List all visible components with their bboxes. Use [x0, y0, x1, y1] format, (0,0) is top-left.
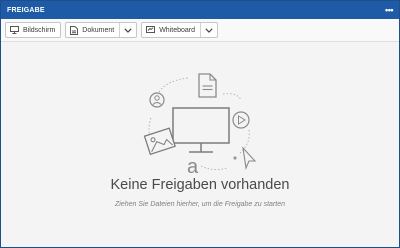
svg-text:a: a [187, 156, 199, 178]
share-pod: FREIGABE ••• Bildschirm Dokument Whitebo… [0, 0, 400, 248]
chevron-down-icon [124, 27, 132, 33]
share-toolbar: Bildschirm Dokument Whiteboard [1, 19, 399, 42]
monitor-icon [172, 107, 230, 153]
share-screen-button[interactable]: Bildschirm [5, 22, 62, 38]
share-illustration: a [143, 73, 257, 178]
share-screen-label: Bildschirm [23, 26, 56, 34]
empty-state-heading: Keine Freigaben vorhanden [110, 177, 290, 193]
chevron-down-icon [205, 27, 213, 33]
document-dropdown-button[interactable] [119, 23, 136, 37]
play-icon [232, 111, 250, 129]
user-icon [149, 92, 165, 108]
title-bar: FREIGABE ••• [1, 1, 399, 19]
document-icon [198, 73, 217, 98]
pod-options-button[interactable]: ••• [385, 5, 393, 15]
whiteboard-icon [146, 26, 156, 33]
share-whiteboard-button[interactable]: Whiteboard [141, 22, 218, 38]
pod-title: FREIGABE [7, 6, 45, 14]
share-document-label: Dokument [82, 26, 115, 34]
drop-zone[interactable]: a Keine Freigaben vorhanden Ziehen Sie D… [1, 42, 399, 247]
share-document-button[interactable]: Dokument [65, 22, 138, 38]
share-whiteboard-label: Whiteboard [159, 26, 195, 34]
empty-state-hint: Ziehen Sie Dateien hierher, um die Freig… [114, 201, 286, 208]
document-icon [70, 25, 79, 35]
monitor-icon [10, 26, 19, 34]
cursor-icon [233, 146, 257, 170]
whiteboard-dropdown-button[interactable] [200, 23, 217, 37]
text-icon: a [187, 156, 199, 178]
